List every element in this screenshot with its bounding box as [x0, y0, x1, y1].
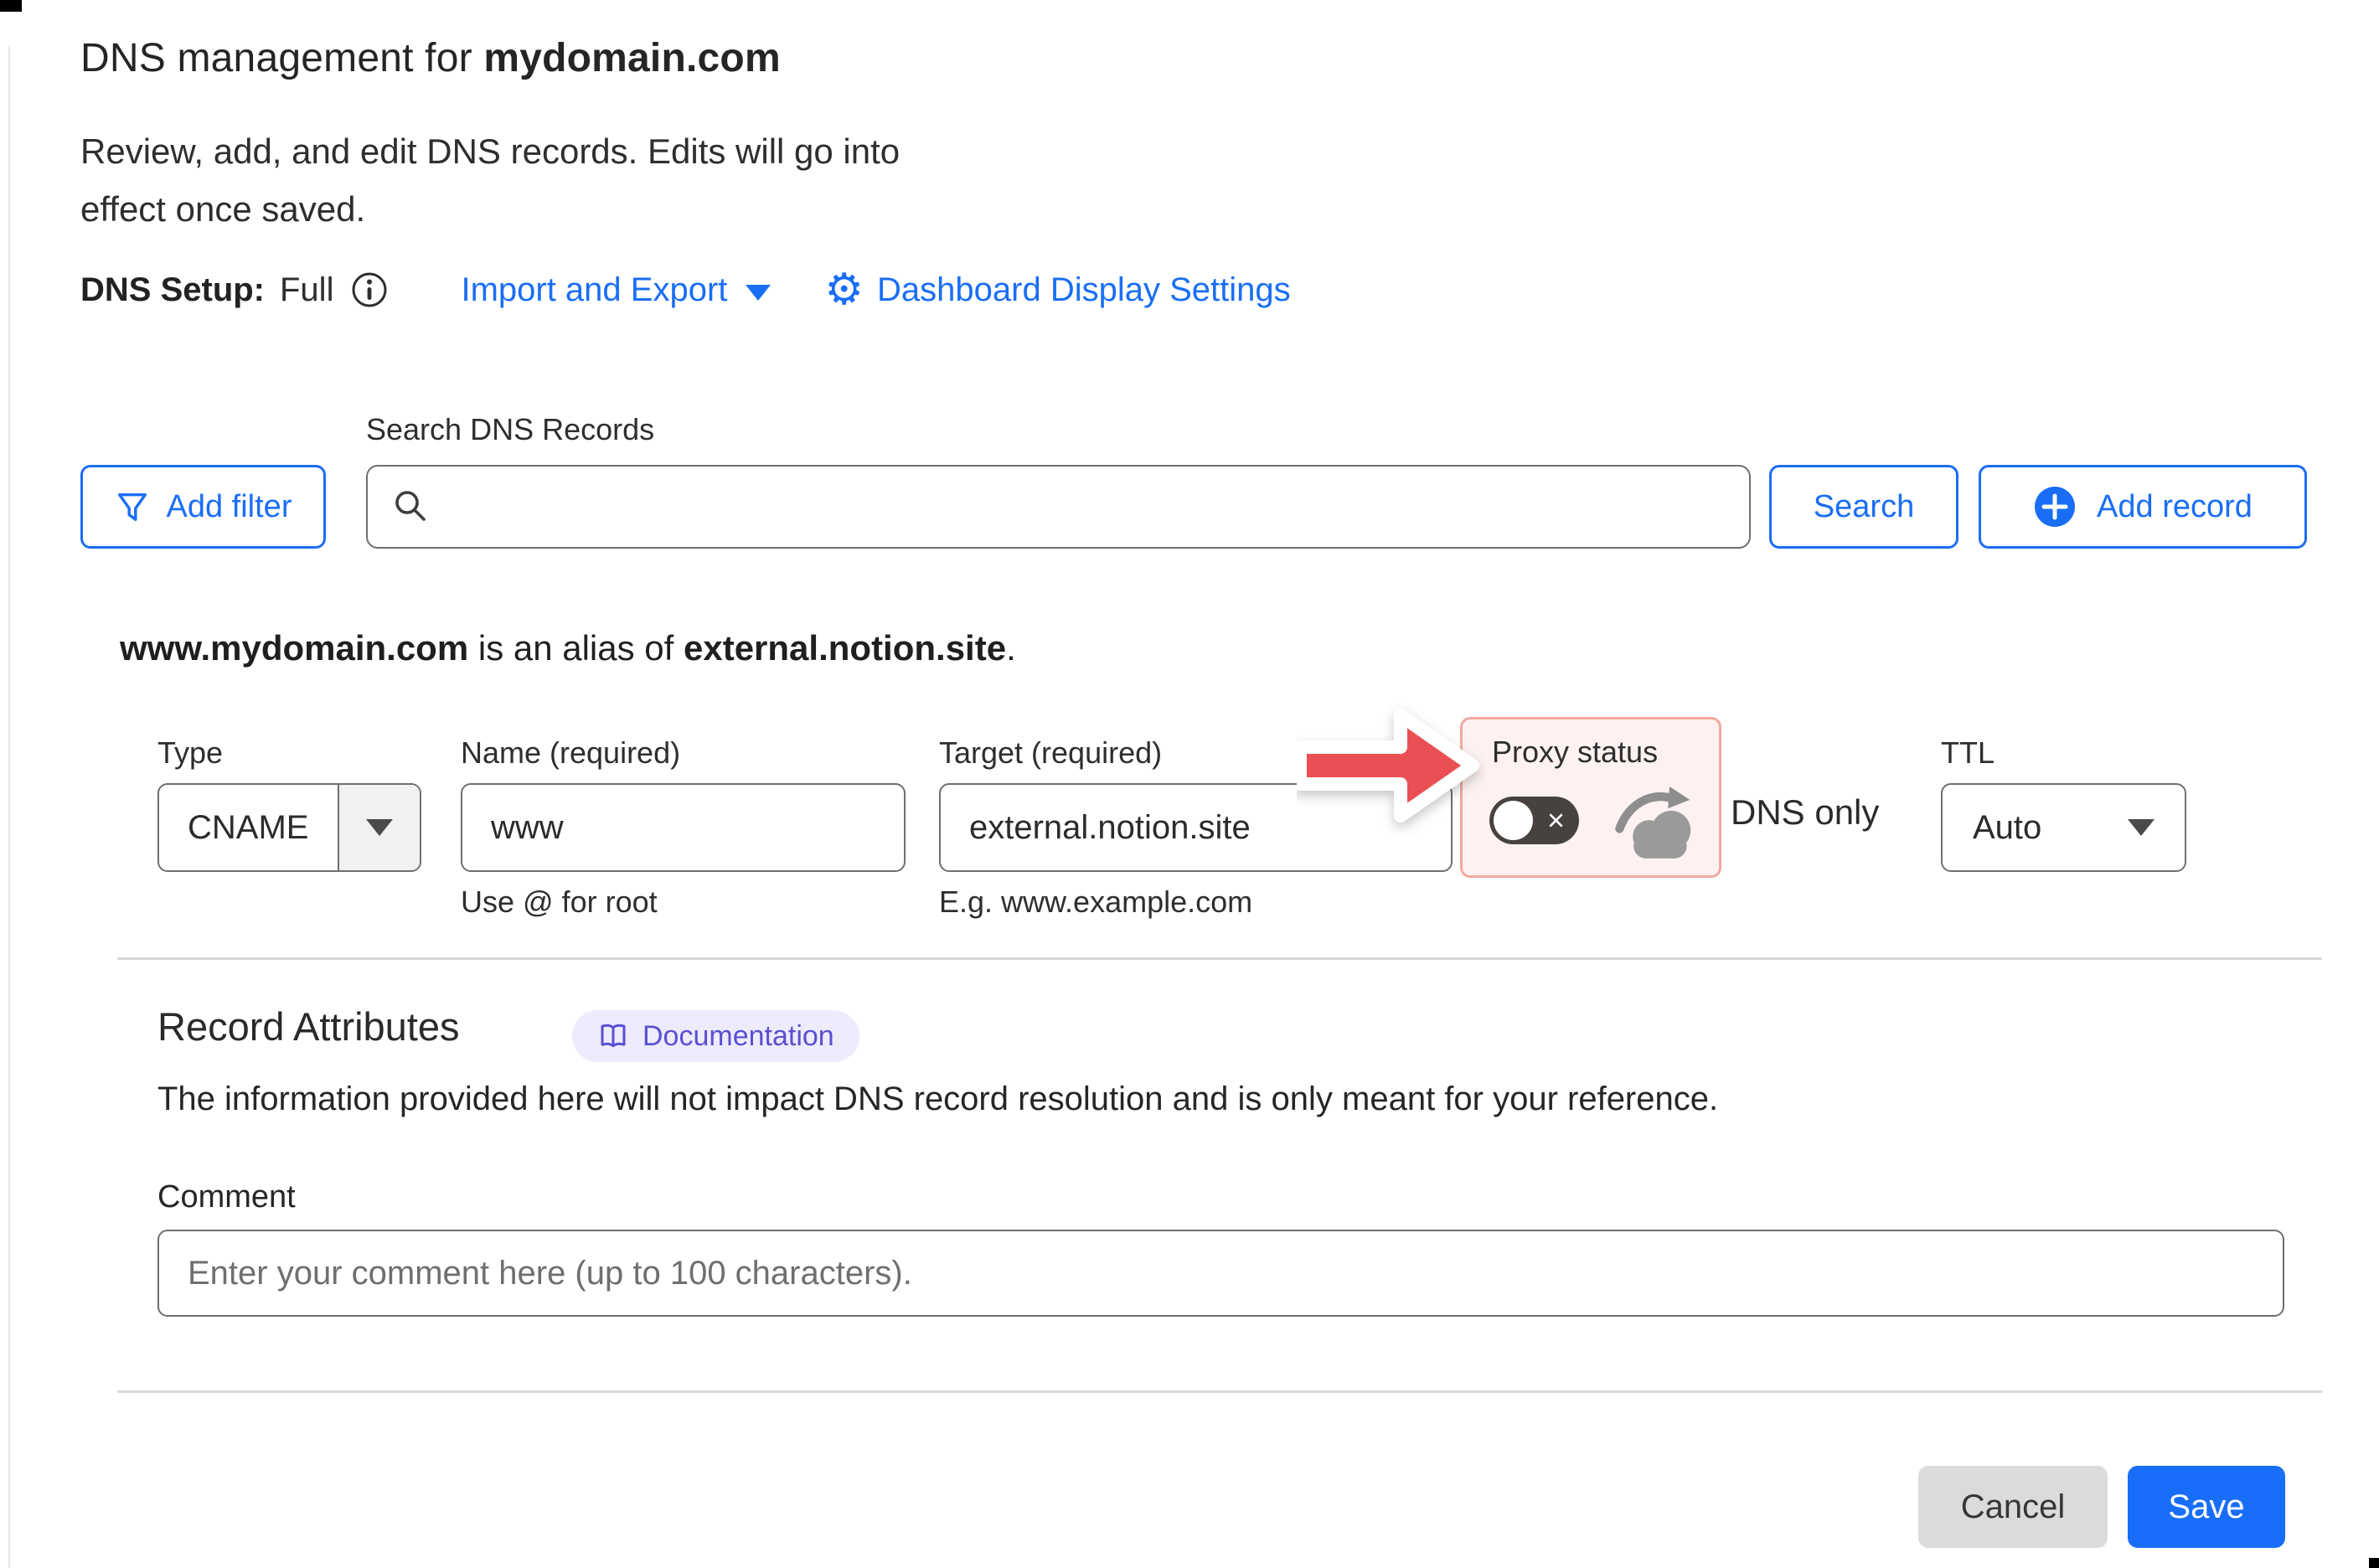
ttl-label: TTL [1941, 735, 1995, 771]
type-select[interactable]: CNAME [157, 783, 421, 872]
type-label: Type [157, 735, 223, 771]
name-label: Name (required) [461, 735, 680, 771]
dashboard-display-settings-link[interactable]: Dashboard Display Settings [877, 271, 1291, 309]
open-book-icon [597, 1020, 629, 1052]
add-filter-button[interactable]: Add filter [80, 465, 326, 549]
toggle-off-x-glyph: × [1547, 805, 1565, 835]
cancel-button[interactable]: Cancel [1918, 1466, 2108, 1548]
add-filter-label: Add filter [167, 489, 292, 525]
proxy-status-label: Proxy status [1492, 735, 1658, 770]
search-input[interactable] [366, 465, 1751, 549]
save-button-label: Save [2168, 1488, 2244, 1526]
alias-middle-text: is an alias of [468, 628, 684, 668]
caret-down-icon [746, 285, 771, 301]
cloud-arrow-icon [1612, 778, 1706, 865]
page-title-domain: mydomain.com [483, 36, 780, 80]
documentation-label: Documentation [642, 1020, 834, 1053]
dashboard-display-settings-label: Dashboard Display Settings [877, 271, 1291, 309]
type-select-arrow-zone [338, 785, 420, 870]
proxy-status-value: DNS only [1731, 792, 1879, 833]
search-field-wrap [366, 465, 1751, 549]
ttl-select[interactable]: Auto [1941, 783, 2186, 872]
alias-sentence: www.mydomain.com is an alias of external… [120, 628, 1016, 668]
name-input[interactable] [461, 783, 906, 872]
target-label: Target (required) [939, 735, 1162, 771]
target-helper-text: E.g. www.example.com [939, 885, 1252, 920]
dns-management-page: DNS management for mydomain.com Review, … [0, 0, 2379, 1568]
ttl-select-value: Auto [1973, 809, 2041, 847]
cancel-button-label: Cancel [1961, 1488, 2066, 1526]
documentation-link[interactable]: Documentation [572, 1010, 859, 1062]
add-record-button[interactable]: Add record [1979, 465, 2307, 549]
type-select-value: CNAME [159, 785, 338, 870]
page-subtitle: Review, add, and edit DNS records. Edits… [80, 122, 952, 239]
chevron-down-icon [366, 819, 393, 836]
funnel-icon [115, 489, 150, 524]
comment-label: Comment [157, 1179, 296, 1215]
search-button[interactable]: Search [1769, 465, 1958, 549]
target-input[interactable] [939, 783, 1453, 872]
record-attributes-description: The information provided here will not i… [157, 1081, 1718, 1118]
search-dns-records-label: Search DNS Records [366, 412, 654, 447]
proxy-status-toggle[interactable]: × [1489, 797, 1579, 844]
screen-artifact-bottom-right [2369, 1558, 2379, 1568]
record-attributes-heading: Record Attributes [157, 1003, 460, 1050]
dns-setup-label: DNS Setup: [80, 271, 265, 309]
gear-icon: ⚙ [824, 268, 864, 312]
plus-circle-icon [2033, 485, 2077, 529]
toggle-knob [1494, 801, 1533, 840]
divider [117, 957, 2322, 960]
dns-setup-value: Full [280, 271, 333, 309]
proxy-status-highlight-box: Proxy status × [1460, 717, 1721, 878]
page-title: DNS management for mydomain.com [80, 35, 781, 81]
page-title-prefix: DNS management for [80, 36, 483, 80]
import-export-link[interactable]: Import and Export [461, 271, 771, 309]
search-button-label: Search [1814, 489, 1914, 525]
name-helper-text: Use @ for root [461, 885, 658, 920]
screen-artifact-top-left [0, 0, 22, 12]
alias-target: external.notion.site [684, 628, 1006, 668]
comment-input[interactable] [157, 1230, 2284, 1317]
save-button[interactable]: Save [2128, 1466, 2285, 1548]
dns-setup-row: DNS Setup: Full Import and Export ⚙ Dash… [80, 265, 1291, 315]
info-icon[interactable] [350, 271, 389, 309]
import-export-label: Import and Export [461, 271, 727, 309]
alias-host: www.mydomain.com [120, 628, 468, 668]
window-edge-line [8, 46, 10, 1568]
chevron-down-icon [2128, 819, 2155, 836]
alias-period: . [1006, 628, 1016, 668]
divider [117, 1390, 2322, 1393]
add-record-label: Add record [2097, 489, 2253, 525]
